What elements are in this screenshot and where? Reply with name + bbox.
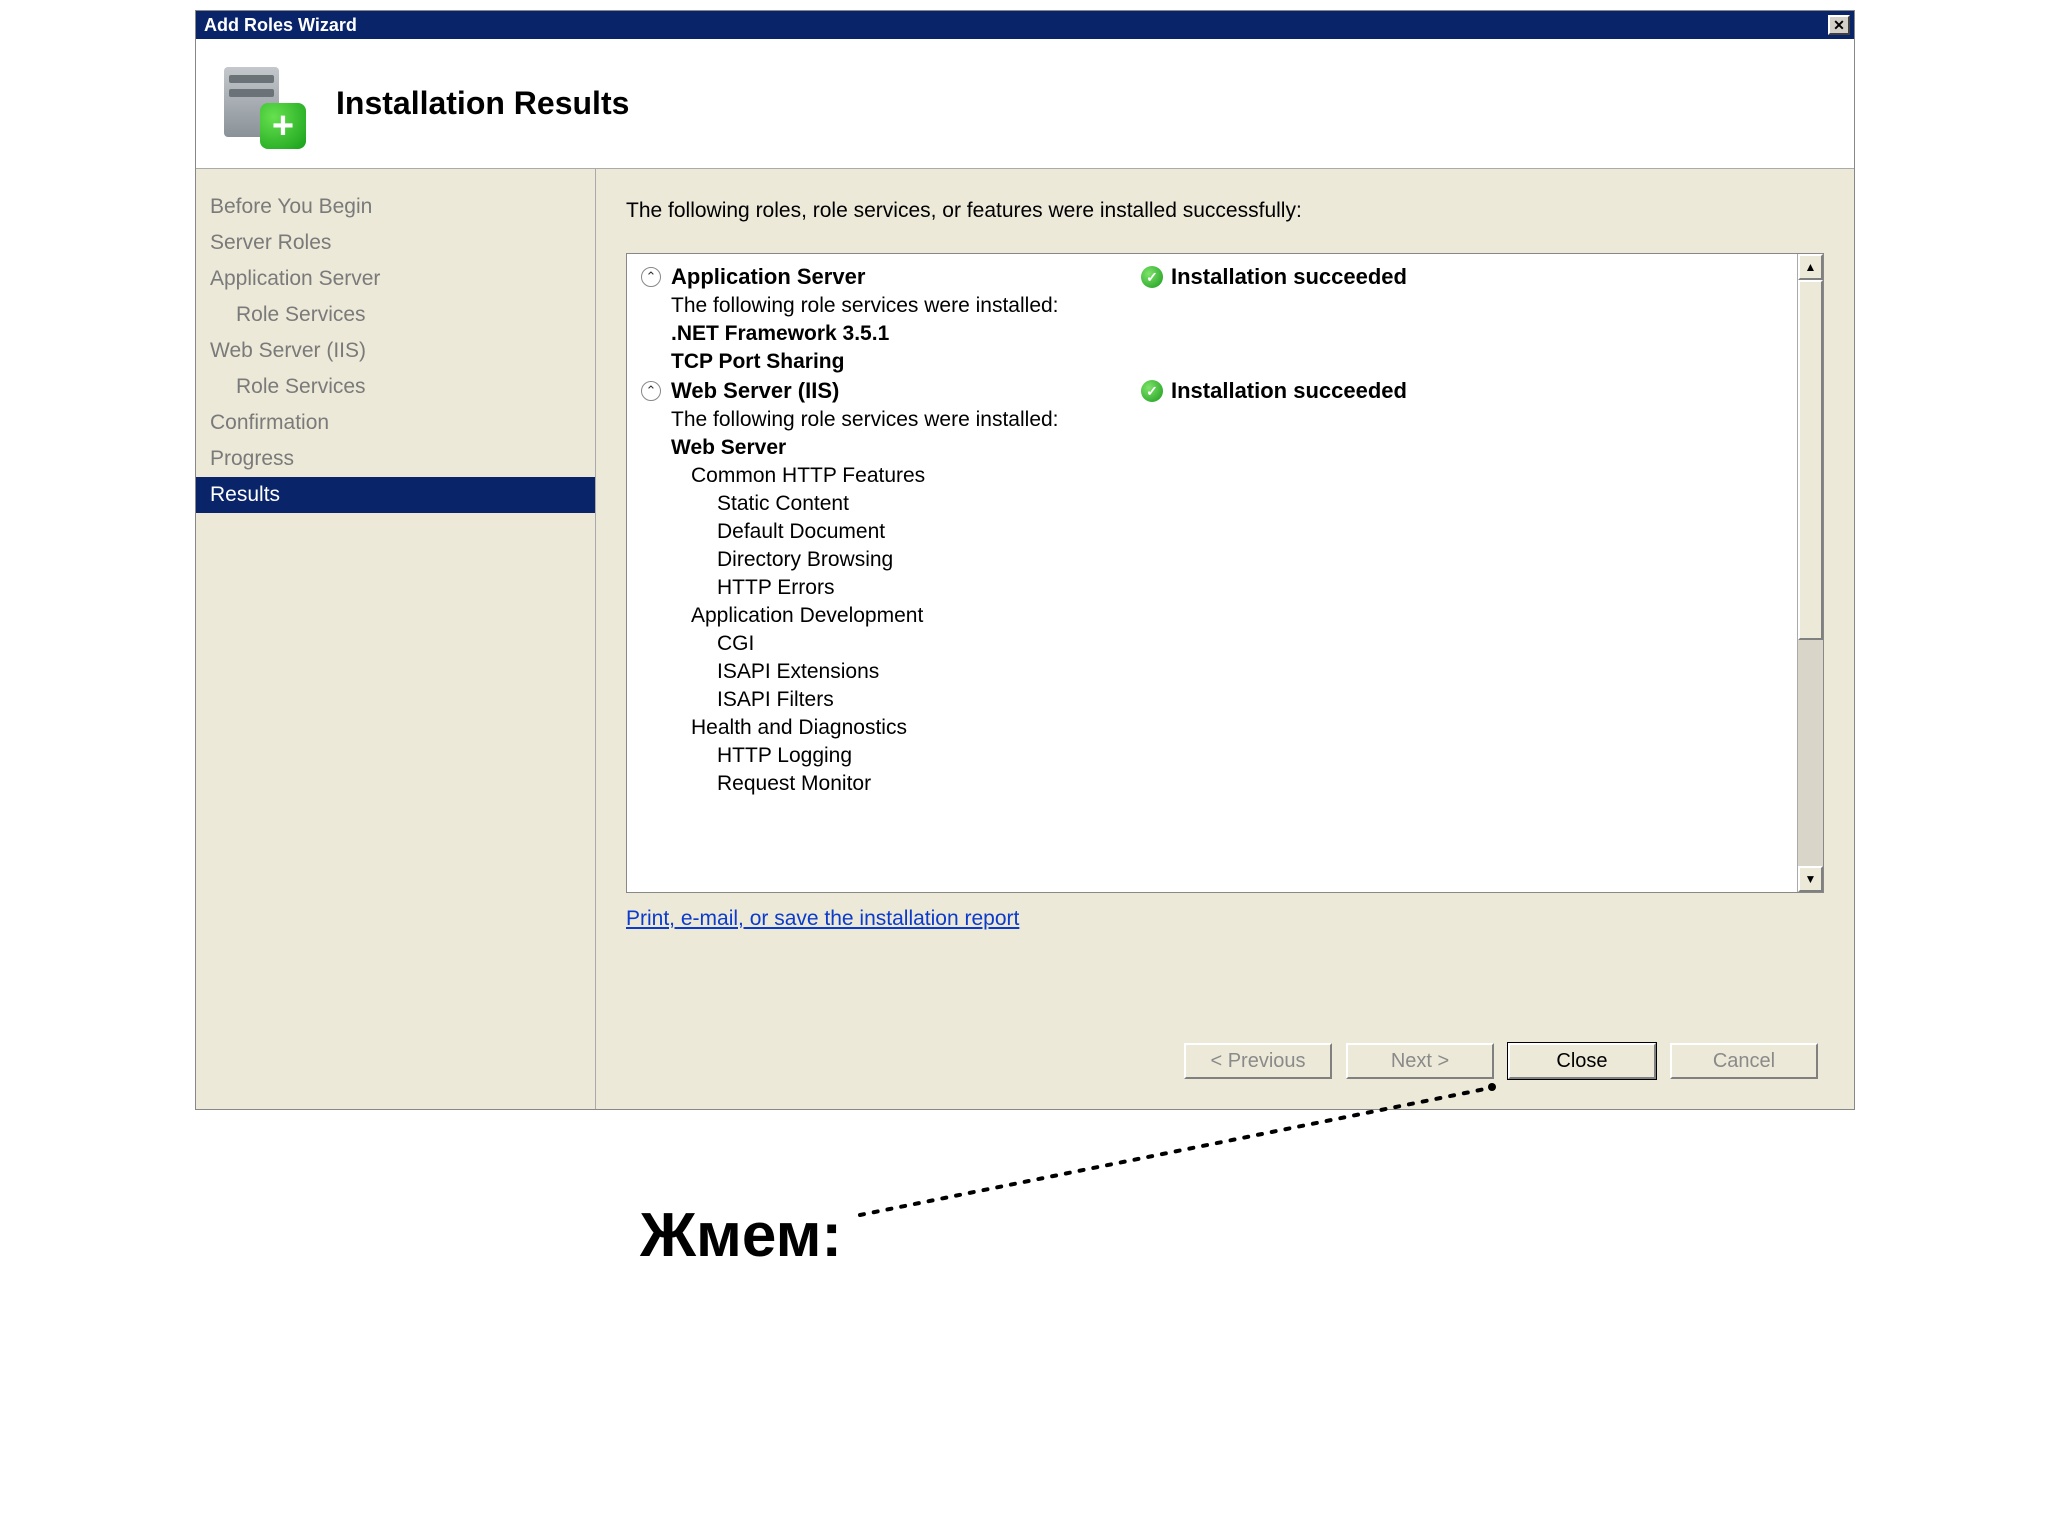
- status-text: Installation succeeded: [1171, 264, 1407, 290]
- success-icon: ✓: [1141, 266, 1163, 288]
- scroll-track[interactable]: [1798, 640, 1823, 866]
- wizard-header: + Installation Results: [196, 39, 1854, 169]
- titlebar: Add Roles Wizard ✕: [196, 11, 1854, 39]
- scroll-thumb[interactable]: [1798, 280, 1823, 640]
- role-service-line: ISAPI Filters: [631, 686, 1793, 714]
- role-service-line: Request Monitor: [631, 770, 1793, 798]
- sidebar-item-application-server[interactable]: Application Server: [196, 261, 595, 297]
- role-service-line: HTTP Errors: [631, 574, 1793, 602]
- scroll-down-button[interactable]: ▼: [1798, 866, 1823, 892]
- next-button: Next >: [1346, 1043, 1494, 1079]
- role-service-line: TCP Port Sharing: [631, 348, 1793, 376]
- wizard-icon: +: [216, 59, 306, 149]
- sidebar-item-server-roles[interactable]: Server Roles: [196, 225, 595, 261]
- role-service-line: Application Development: [631, 602, 1793, 630]
- role-header[interactable]: ⌃ Application Server✓ Installation succeed…: [631, 262, 1793, 292]
- results-list: ⌃Application Server✓Installation succeed…: [627, 254, 1797, 892]
- chevron-up-icon: ⌃: [641, 267, 661, 287]
- page-title: Installation Results: [336, 85, 629, 122]
- role-service-line: Directory Browsing: [631, 546, 1793, 574]
- role-header[interactable]: ⌃ Web Server (IIS)✓ Installation succeeded: [631, 376, 1793, 406]
- scroll-up-button[interactable]: ▲: [1798, 254, 1823, 280]
- close-window-button[interactable]: ✕: [1828, 15, 1850, 35]
- role-service-line: HTTP Logging: [631, 742, 1793, 770]
- sidebar-item-web-server-iis-[interactable]: Web Server (IIS): [196, 333, 595, 369]
- role-service-line: Health and Diagnostics: [631, 714, 1793, 742]
- role-status: ✓ Installation succeeded: [1141, 264, 1407, 290]
- role-service-line: ISAPI Extensions: [631, 658, 1793, 686]
- role-service-line: Common HTTP Features: [631, 462, 1793, 490]
- sidebar-nav: Before You BeginServer RolesApplication …: [196, 169, 596, 1109]
- sidebar-item-role-services[interactable]: Role Services: [196, 369, 595, 405]
- annotation-text: Жмем:: [640, 1200, 842, 1271]
- role-service-line: Static Content: [631, 490, 1793, 518]
- sidebar-item-role-services[interactable]: Role Services: [196, 297, 595, 333]
- close-button[interactable]: Close: [1508, 1043, 1656, 1079]
- sidebar-item-results[interactable]: Results: [196, 477, 595, 513]
- status-text: Installation succeeded: [1171, 378, 1407, 404]
- role-status: ✓ Installation succeeded: [1141, 378, 1407, 404]
- sidebar-item-progress[interactable]: Progress: [196, 441, 595, 477]
- chevron-up-icon: ⌃: [641, 381, 661, 401]
- role-service-line: .NET Framework 3.5.1: [631, 320, 1793, 348]
- results-box: ⌃Application Server✓Installation succeed…: [626, 253, 1824, 893]
- role-name: Web Server (IIS): [671, 378, 1141, 404]
- window-title: Add Roles Wizard: [204, 15, 1828, 36]
- scrollbar[interactable]: ▲ ▼: [1797, 254, 1823, 892]
- success-icon: ✓: [1141, 380, 1163, 402]
- sidebar-item-before-you-begin[interactable]: Before You Begin: [196, 189, 595, 225]
- button-row: < Previous Next > Close Cancel: [626, 1043, 1824, 1099]
- installation-report-link[interactable]: Print, e-mail, or save the installation …: [626, 907, 1824, 931]
- role-lead: The following role services were install…: [631, 292, 1793, 320]
- cancel-button: Cancel: [1670, 1043, 1818, 1079]
- role-name: Application Server: [671, 264, 1141, 290]
- role-lead: The following role services were install…: [631, 406, 1793, 434]
- role-service-line: Web Server: [631, 434, 1793, 462]
- role-service-line: Default Document: [631, 518, 1793, 546]
- sidebar-item-confirmation[interactable]: Confirmation: [196, 405, 595, 441]
- wizard-body: Before You BeginServer RolesApplication …: [196, 169, 1854, 1109]
- role-service-line: CGI: [631, 630, 1793, 658]
- wizard-window: Add Roles Wizard ✕ + Installation Result…: [195, 10, 1855, 1110]
- intro-text: The following roles, role services, or f…: [626, 199, 1824, 223]
- content-pane: The following roles, role services, or f…: [596, 169, 1854, 1109]
- previous-button: < Previous: [1184, 1043, 1332, 1079]
- plus-badge-icon: +: [260, 103, 306, 149]
- close-icon: ✕: [1833, 17, 1845, 34]
